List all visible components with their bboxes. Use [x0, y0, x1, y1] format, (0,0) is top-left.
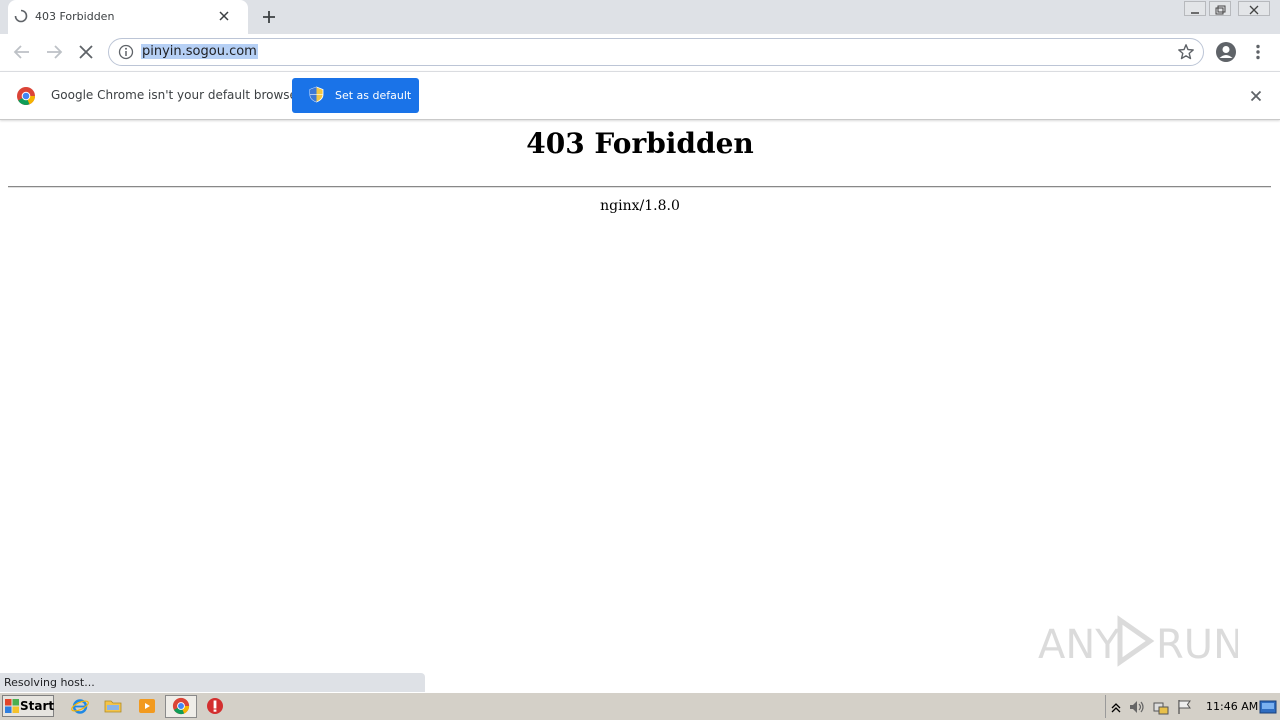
- horizontal-rule: [8, 186, 1271, 188]
- site-info-icon[interactable]: [118, 44, 134, 60]
- minimize-button[interactable]: [1184, 1, 1206, 16]
- close-tab-icon[interactable]: [216, 8, 232, 24]
- server-signature: nginx/1.8.0: [600, 198, 680, 214]
- back-icon[interactable]: [12, 43, 32, 61]
- show-desktop-icon[interactable]: [1259, 700, 1277, 714]
- close-window-icon: [1249, 5, 1259, 15]
- omnibox[interactable]: [108, 38, 1204, 66]
- status-text: Resolving host...: [4, 676, 95, 689]
- profile-avatar-icon[interactable]: [1215, 41, 1237, 63]
- watermark-text-run: RUN: [1156, 622, 1238, 668]
- new-tab-icon[interactable]: [260, 8, 278, 26]
- start-label: Start: [20, 699, 55, 713]
- close-infobar-icon[interactable]: [1249, 89, 1263, 103]
- restore-icon: [1215, 5, 1226, 15]
- menu-dots-icon[interactable]: [1252, 43, 1264, 61]
- tab-title: 403 Forbidden: [35, 10, 115, 23]
- show-hidden-icons-icon[interactable]: [1110, 700, 1122, 714]
- internet-explorer-icon[interactable]: [71, 697, 89, 715]
- minimize-icon: [1191, 12, 1199, 14]
- url-text[interactable]: pinyin.sogou.com: [141, 44, 258, 59]
- uac-shield-icon: [309, 86, 324, 103]
- volume-icon[interactable]: [1128, 699, 1146, 715]
- infobar-message: Google Chrome isn't your default browser: [51, 88, 302, 102]
- clock[interactable]: 11:46 AM: [1206, 700, 1258, 713]
- anyrun-watermark-logo: ANY RUN: [1038, 615, 1238, 668]
- chrome-logo-icon: [17, 87, 36, 106]
- loading-spinner-icon: [14, 9, 28, 23]
- file-explorer-icon[interactable]: [104, 697, 122, 715]
- chrome-taskbar-icon: [172, 697, 190, 715]
- chrome-taskbar-button[interactable]: [165, 695, 197, 718]
- forward-icon[interactable]: [44, 43, 64, 61]
- restore-button[interactable]: [1209, 1, 1231, 16]
- network-icon[interactable]: [1152, 699, 1170, 715]
- action-center-flag-icon[interactable]: [1176, 699, 1194, 715]
- windows-logo-icon: [5, 699, 19, 713]
- watermark-text-any: ANY: [1038, 622, 1120, 668]
- page-heading: 403 Forbidden: [526, 127, 754, 160]
- bookmark-star-icon[interactable]: [1177, 43, 1195, 61]
- stop-sign-icon[interactable]: [206, 697, 224, 715]
- close-window-button[interactable]: [1238, 1, 1270, 16]
- stop-loading-icon[interactable]: [77, 43, 95, 61]
- set-as-default-label: Set as default: [335, 89, 412, 102]
- media-player-icon[interactable]: [138, 697, 156, 715]
